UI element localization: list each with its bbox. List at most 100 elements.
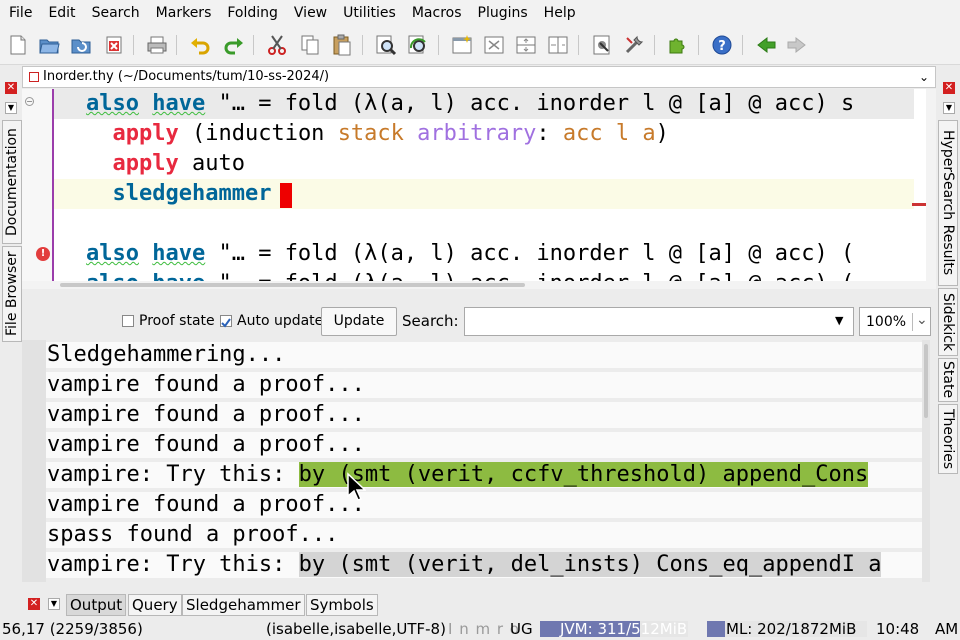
tab-symbols[interactable]: Symbols — [306, 594, 378, 616]
error-icon[interactable]: ! — [36, 247, 50, 261]
editor-vertical-scrollbar[interactable] — [926, 89, 936, 281]
sendback-proof-link[interactable]: by (smt (verit, ccfv_threshold) append_C… — [298, 462, 869, 487]
unsplit-icon[interactable] — [483, 34, 505, 56]
editor-hscroll-thumb[interactable] — [60, 283, 525, 287]
reload-file-icon[interactable] — [70, 34, 92, 56]
caret-position[interactable]: 56,17 (2259/3856) — [2, 618, 143, 640]
tab-hypersearch-results[interactable]: HyperSearch Results — [938, 120, 958, 286]
menu-file[interactable]: File — [0, 0, 40, 26]
copy-icon[interactable] — [299, 34, 321, 56]
mouse-pointer-icon — [347, 472, 366, 501]
cut-icon[interactable] — [266, 34, 288, 56]
back-icon[interactable] — [755, 34, 777, 56]
tab-state[interactable]: State — [938, 358, 958, 402]
right-dock-close-icon[interactable]: ✕ — [943, 82, 955, 94]
tab-sidekick[interactable]: Sidekick — [938, 288, 958, 356]
code-token: (induction — [178, 121, 338, 146]
tab-output[interactable]: Output — [66, 594, 127, 616]
ml-memory-label: ML: 202/1872MiB — [726, 620, 857, 638]
output-message: vampire: Try this: by (smt (verit, del_i… — [47, 550, 882, 580]
toolbar: ? — [0, 26, 960, 65]
output-text: spass found a proof... — [47, 522, 339, 547]
menu-plugins[interactable]: Plugins — [470, 0, 536, 26]
update-button[interactable]: Update — [321, 307, 397, 336]
output-vertical-scrollbar[interactable] — [922, 340, 930, 582]
tab-file-browser-label: File Browser — [4, 251, 20, 337]
output-message: vampire found a proof... — [47, 490, 365, 520]
menu-help[interactable]: Help — [536, 0, 584, 26]
menu-macros[interactable]: Macros — [404, 0, 470, 26]
left-dock-menu-icon[interactable]: ▼ — [5, 102, 17, 114]
code-token: : — [536, 121, 563, 146]
close-file-icon[interactable] — [103, 34, 125, 56]
menu-edit[interactable]: Edit — [40, 0, 83, 26]
caret — [280, 183, 292, 208]
buffer-options-icon[interactable] — [591, 34, 613, 56]
sendback-proof-link[interactable]: by (smt (verit, del_insts) Cons_eq_appen… — [298, 552, 882, 577]
jvm-memory-label: JVM: 311/512MiB — [560, 620, 688, 638]
fold-marker-icon[interactable]: − — [25, 97, 34, 106]
plugin-manager-icon[interactable] — [667, 34, 689, 56]
menu-search[interactable]: Search — [84, 0, 148, 26]
output-panel[interactable]: Sledgehammering... vampire found a proof.… — [22, 340, 930, 582]
code-token: stack — [337, 121, 404, 146]
output-text: vampire: Try this: — [47, 462, 299, 487]
left-dock-close-icon[interactable]: ✕ — [5, 82, 17, 94]
search-combobox[interactable]: ▼ — [464, 307, 854, 336]
tab-theories[interactable]: Theories — [938, 404, 958, 474]
right-dock-menu-icon[interactable]: ▼ — [943, 102, 955, 114]
new-view-icon[interactable] — [451, 34, 473, 56]
undo-icon[interactable] — [189, 34, 211, 56]
menu-folding[interactable]: Folding — [219, 0, 286, 26]
editor-horizontal-scrollbar[interactable] — [22, 281, 936, 289]
output-message: vampire found a proof... — [47, 400, 365, 430]
clock-time: 10:48 — [876, 620, 920, 638]
code-token: arbitrary — [417, 121, 537, 146]
redo-icon[interactable] — [223, 34, 245, 56]
buffer-mode[interactable]: (isabelle,isabelle,UTF-8) — [266, 618, 446, 640]
ug-indicator: UG — [510, 620, 533, 638]
text-editor[interactable]: − ! also have "… = fold (λ(a, l) acc. in… — [22, 89, 936, 289]
new-file-icon[interactable] — [7, 34, 29, 56]
paste-icon[interactable] — [331, 34, 353, 56]
code-token: also — [86, 241, 139, 266]
code-token: apply — [112, 121, 179, 146]
chevron-down-icon[interactable]: ⌄ — [919, 67, 929, 87]
open-file-icon[interactable] — [38, 34, 60, 56]
output-vscroll-thumb[interactable] — [924, 344, 928, 418]
output-text: vampire found a proof... — [47, 492, 365, 517]
tab-sledgehammer[interactable]: Sledgehammer — [182, 594, 305, 616]
auto-update-checkbox[interactable] — [220, 315, 232, 328]
menu-utilities[interactable]: Utilities — [335, 0, 404, 26]
ml-memory-bar[interactable]: ML: 202/1872MiB — [707, 620, 867, 638]
help-icon[interactable]: ? — [711, 34, 733, 56]
split-horizontal-icon[interactable] — [515, 34, 537, 56]
menu-view[interactable]: View — [286, 0, 335, 26]
tab-documentation[interactable]: Documentation — [2, 120, 22, 244]
buffer-switcher[interactable]: Inorder.thy (~/Documents/tum/10-ss-2024/… — [22, 66, 936, 88]
jvm-memory-bar[interactable]: JVM: 311/512MiB — [540, 620, 688, 638]
menu-markers[interactable]: Markers — [148, 0, 220, 26]
tab-theories-label: Theories — [940, 408, 956, 470]
find-replace-icon[interactable] — [407, 34, 429, 56]
tab-file-browser[interactable]: File Browser — [2, 246, 22, 342]
zoom-combobox[interactable]: 100% ⌄ — [859, 307, 931, 336]
output-gutter — [22, 340, 46, 582]
split-vertical-icon[interactable] — [547, 34, 569, 56]
auto-update-label: Auto update — [237, 313, 324, 329]
print-icon[interactable] — [146, 34, 168, 56]
tab-query[interactable]: Query — [128, 594, 182, 616]
find-icon[interactable] — [375, 34, 397, 56]
proof-state-checkbox[interactable] — [122, 315, 134, 327]
code-line: also have "… = fold (λ(a, l) acc. inorde… — [86, 239, 854, 269]
output-text: vampire found a proof... — [47, 372, 365, 397]
code-token: a — [642, 121, 656, 146]
output-text: vampire found a proof... — [47, 432, 365, 457]
chevron-down-icon[interactable]: ⌄ — [916, 312, 928, 328]
global-options-icon[interactable] — [623, 34, 645, 56]
output-message: vampire found a proof... — [47, 370, 365, 400]
chevron-down-icon[interactable]: ▼ — [835, 314, 843, 327]
output-message: Sledgehammering... — [47, 340, 285, 370]
